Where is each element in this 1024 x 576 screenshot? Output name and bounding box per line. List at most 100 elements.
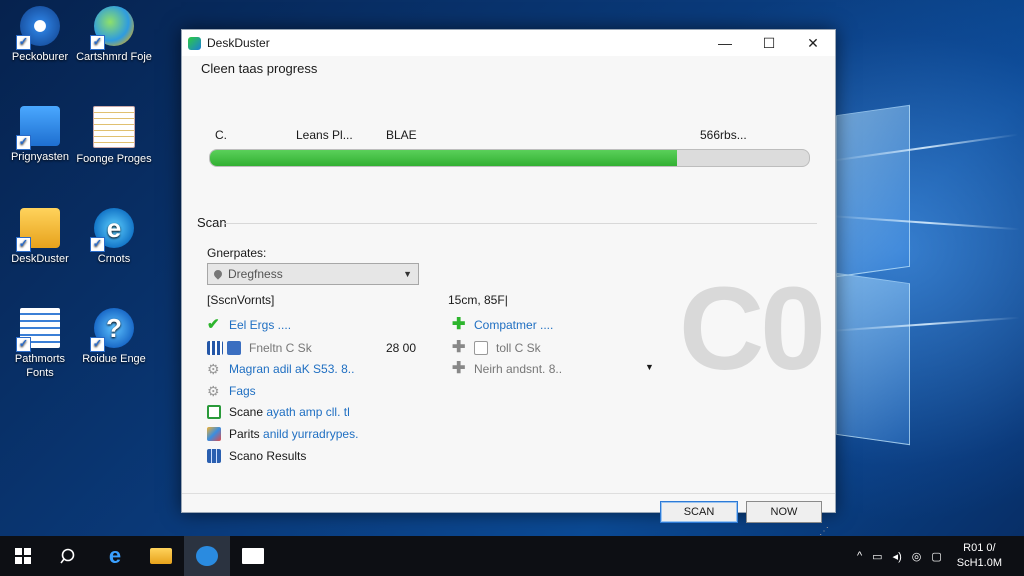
chevron-up-icon[interactable]: ^ [857,550,862,562]
document-lines-icon: ✓ [16,308,60,352]
taskbar-mail[interactable] [230,536,276,576]
desktop-icon-label: Roidue Enge [82,353,146,365]
desktop-icon-label: Peckoburer [11,51,69,63]
table-icon [207,449,221,463]
list-item[interactable]: Scano Results [207,449,306,463]
pin-icon [212,268,224,280]
progress-label: C. [215,128,227,142]
taskbar-edge[interactable]: e [92,536,138,576]
desktop-icon[interactable]: ? ✓ Roidue Enge [74,308,154,366]
list-item-label: Fneltn C Sk [249,341,312,355]
list-item[interactable]: Parits anild yurradrypes. [207,427,358,441]
column-header-text: 15cm, 85F [448,293,505,307]
chevron-down-icon[interactable]: ▼ [645,362,654,372]
windows-logo-icon [15,548,31,564]
clock-date: ScH1.0M [956,557,1002,569]
divider [182,493,835,494]
desktop-icon[interactable]: Foonge Proges [74,106,154,166]
green-check-icon: ✔ [207,316,220,333]
checkbox[interactable] [474,341,488,355]
category-select[interactable]: Dregfness ▼ [207,263,419,285]
value-text: 28 00 [386,341,416,355]
list-item-label: Neirh andsnt. 8.. [474,362,563,376]
value-text-label: 28 00 [386,341,417,355]
taskbar-explorer[interactable] [138,536,184,576]
list-item[interactable]: ✚ toll C Sk [452,339,541,356]
taskbar-deskduster[interactable] [184,536,230,576]
desktop-icon-label: Prignyasten [10,151,70,163]
blue-disc-icon: ✓ [16,6,60,50]
gear-icon: ⚙ [207,361,220,377]
gear-icon: ⚙ [207,383,220,399]
search-button[interactable] [46,536,92,576]
globe-icon: ✓ [90,6,134,50]
section-title: Scan [197,215,227,230]
minimize-button[interactable]: — [703,30,747,56]
title-bar[interactable]: DeskDuster — ☐ ✕ [182,30,835,56]
now-button[interactable]: NOW [746,501,822,523]
clock[interactable]: R01 0/ ScH1.0M [957,541,1002,571]
list-item[interactable]: Scane ayath amp cll. tl [207,405,350,419]
progress-label: BLAE [386,128,417,142]
chevron-down-icon: ▼ [403,269,412,279]
column-header: [SscnVornts] [207,293,275,307]
folder-icon: ✓ [16,208,60,252]
list-item-label: Parits [229,427,260,441]
window-content: Cleen taas progress C. Leans Pl... BLAE … [182,56,835,537]
maximize-button[interactable]: ☐ [747,30,791,56]
progress-fill [210,150,678,166]
close-button[interactable]: ✕ [791,30,835,56]
column-header: 15cm, 85F| [448,293,508,307]
green-plus-icon: ✚ [452,316,466,333]
edge-icon: e [108,543,122,568]
image-icon [207,405,221,419]
scan-button[interactable]: SCAN [660,501,738,523]
notification-icon[interactable]: ▢ [931,550,941,563]
select-value: Dregfness [228,267,283,281]
folder-icon [150,548,172,564]
list-item-label: Fags [229,384,256,398]
divider [224,223,817,224]
desktop-icon-label: Crnots [97,253,131,265]
list-item-label: toll C Sk [496,341,541,355]
desktop-icon[interactable]: ✓ Prignyasten [0,106,80,164]
plus-icon: ✚ [452,339,466,356]
list-item[interactable]: ✔ Eel Ergs .... [207,316,292,333]
list-item[interactable]: ✚ Compatmer .... [452,316,553,333]
volume-icon[interactable]: ◂) [893,550,902,563]
app-icon [188,36,201,50]
window-title: DeskDuster [207,36,270,50]
list-item-label: Scano Results [229,449,307,463]
battery-icon[interactable]: ▭ [872,550,882,563]
list-item-detail: ayath amp cll. tl [266,405,350,419]
desktop-icon[interactable]: ✓ Pathmorts Fonts [0,308,80,380]
drive-icon [227,341,241,355]
wallpaper-logo-pane [836,104,910,278]
progress-label: Leans Pl... [296,128,353,142]
plus-icon: ✚ [452,360,466,377]
desktop-icon-label: Foonge Proges [76,153,152,165]
field-label: Gnerpates: [207,246,267,260]
taskbar: e ^ ▭ ◂) ◎ ▢ R01 0/ ScH1.0M [0,536,1024,576]
desktop-icon[interactable]: ✓ DeskDuster [0,208,80,266]
list-item[interactable]: ✚ Neirh andsnt. 8.. [452,360,563,377]
start-button[interactable] [0,536,46,576]
list-item[interactable]: ⚙ Fags [207,384,256,398]
notepad-icon [93,106,135,148]
paint-icon [207,427,221,441]
network-icon[interactable]: ◎ [912,550,922,563]
watermark-logo: C0 [679,263,826,395]
column-header-text: SscnVornts [210,293,272,307]
list-item-label: Eel Ergs .... [229,318,292,332]
search-icon [60,548,75,564]
desktop-icon-label: DeskDuster [11,253,69,265]
desktop-icon[interactable]: e ✓ Crnots [74,208,154,266]
desktop-icon-label: Pathmorts Fonts [14,353,66,379]
list-item-label: Magran adil aK S53. 8.. [229,362,355,376]
desktop-icon[interactable]: ✓ Peckoburer [0,6,80,64]
list-item[interactable]: ⚙ Magran adil aK S53. 8.. [207,362,354,376]
progress-bar [209,149,810,167]
chat-bubble-icon [196,546,218,566]
desktop-icon[interactable]: ✓ Cartshmrd Foje [74,6,154,64]
list-item[interactable]: Fneltn C Sk [207,341,312,355]
